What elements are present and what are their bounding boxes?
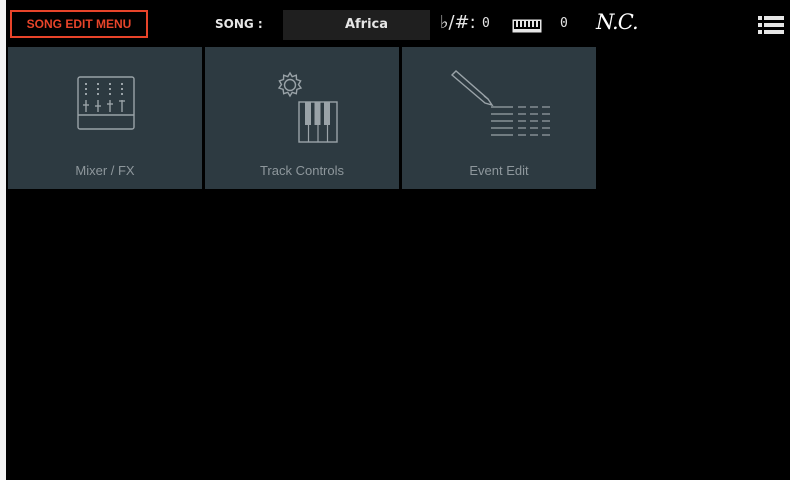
tile-track-controls[interactable]: Track Controls (205, 47, 399, 189)
mixer-icon (77, 76, 135, 130)
tile-label: Event Edit (469, 163, 529, 178)
track-controls-icon (277, 71, 338, 143)
top-bar: SONG EDIT MENU SONG : Africa ♭/#: 0 0 N.… (6, 0, 790, 45)
tile-label: Track Controls (259, 163, 345, 178)
chord-display: N.C. (596, 10, 639, 34)
screen: SONG EDIT MENU SONG : Africa ♭/#: 0 0 N.… (6, 0, 790, 480)
list-menu-icon[interactable] (758, 16, 784, 38)
event-edit-icon (450, 70, 550, 136)
page-title: SONG EDIT MENU (10, 10, 148, 38)
pencil-icon (450, 70, 494, 107)
gear-icon (277, 71, 303, 98)
piano-icon (298, 101, 338, 143)
tile-label: Mixer / FX (75, 163, 135, 178)
keyboard-value: 0 (560, 16, 568, 31)
tile-mixer-fx[interactable]: Mixer / FX (8, 47, 202, 189)
tile-event-edit[interactable]: Event Edit (402, 47, 596, 189)
keyboard-icon (512, 18, 542, 37)
song-name-field[interactable]: Africa (283, 10, 430, 40)
transpose-value: 0 (482, 16, 490, 31)
flat-sharp-icon: ♭/#: (440, 12, 476, 33)
song-label: SONG : (215, 17, 263, 31)
